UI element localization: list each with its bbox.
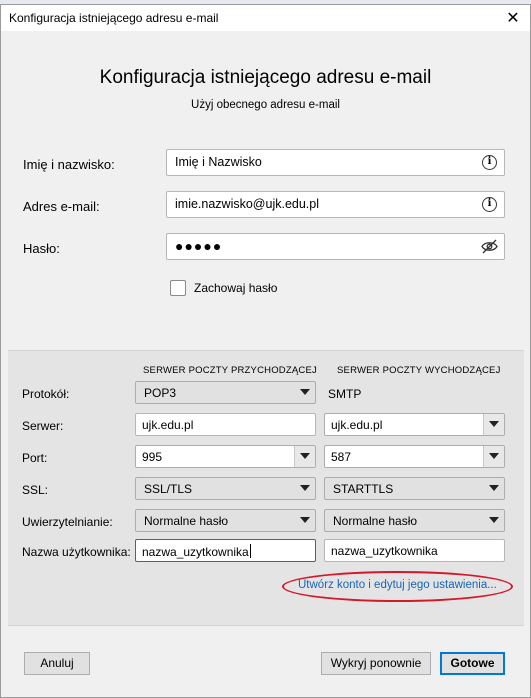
incoming-server-value: ujk.edu.pl xyxy=(142,418,194,432)
password-input[interactable]: ●●●●● xyxy=(166,233,505,260)
email-label: Adres e-mail: xyxy=(23,199,100,214)
password-value: ●●●●● xyxy=(175,238,223,254)
incoming-port-value: 995 xyxy=(142,450,163,464)
outgoing-server-value: ujk.edu.pl xyxy=(331,418,383,432)
outgoing-username-input[interactable]: nazwa_uzytkownika xyxy=(324,539,505,562)
cancel-button[interactable]: Anuluj xyxy=(24,652,90,675)
username-label: Nazwa użytkownika: xyxy=(22,545,131,559)
done-button[interactable]: Gotowe xyxy=(440,652,505,675)
outgoing-port-value: 587 xyxy=(331,450,352,464)
close-icon[interactable]: ✕ xyxy=(500,6,526,30)
incoming-auth-value: Normalne hasło xyxy=(144,514,229,528)
page-title: Konfiguracja istniejącego adresu e-mail xyxy=(99,67,432,88)
incoming-auth-select[interactable]: Normalne hasło xyxy=(135,509,316,532)
incoming-port-combo[interactable]: 995 xyxy=(135,445,316,468)
retest-button[interactable]: Wykryj ponownie xyxy=(321,652,431,675)
chevron-down-icon[interactable] xyxy=(483,446,504,467)
incoming-ssl-select[interactable]: SSL/TLS xyxy=(135,477,316,500)
chevron-down-icon xyxy=(300,389,310,395)
incoming-ssl-value: SSL/TLS xyxy=(144,482,193,496)
text-caret xyxy=(249,544,251,558)
window-title: Konfiguracja istniejącego adresu e-mail xyxy=(9,11,219,25)
advanced-config-link[interactable]: Utwórz konto i edytuj jego ustawienia... xyxy=(298,579,497,591)
ssl-label: SSL: xyxy=(22,483,49,497)
outgoing-username-value: nazwa_uzytkownika xyxy=(331,544,438,558)
port-label: Port: xyxy=(22,451,48,465)
chevron-down-icon xyxy=(300,517,310,523)
incoming-protocol-select[interactable]: POP3 xyxy=(135,381,316,404)
authentication-label: Uwierzytelnianie: xyxy=(22,515,113,529)
password-label: Hasło: xyxy=(23,241,60,256)
page-subtitle: Użyj obecnego adresu e-mail xyxy=(191,99,340,111)
chevron-down-icon xyxy=(300,485,310,491)
outgoing-auth-select[interactable]: Normalne hasło xyxy=(324,509,505,532)
outgoing-auth-value: Normalne hasło xyxy=(333,514,418,528)
hide-password-icon[interactable] xyxy=(481,239,498,254)
account-setup-dialog: Konfiguracja istniejącego adresu e-mail … xyxy=(0,4,531,698)
outgoing-port-combo[interactable]: 587 xyxy=(324,445,505,468)
remember-password-label: Zachowaj hasło xyxy=(194,281,278,295)
outgoing-ssl-value: STARTTLS xyxy=(333,482,394,496)
chevron-down-icon xyxy=(489,517,499,523)
chevron-down-icon[interactable] xyxy=(294,446,315,467)
server-label: Serwer: xyxy=(22,419,64,433)
name-label: Imię i nazwisko: xyxy=(23,157,115,172)
outgoing-server-combo[interactable]: ujk.edu.pl xyxy=(324,413,505,436)
email-value: imie.nazwisko@ujk.edu.pl xyxy=(175,197,320,211)
name-value: Imię i Nazwisko xyxy=(175,155,262,169)
outgoing-ssl-select[interactable]: STARTTLS xyxy=(324,477,505,500)
info-icon[interactable]: i xyxy=(482,155,497,170)
incoming-username-input[interactable]: nazwa_uzytkownika xyxy=(135,539,316,562)
outgoing-protocol-value: SMTP xyxy=(328,387,362,401)
name-input[interactable]: Imię i Nazwisko i xyxy=(166,149,505,176)
incoming-protocol-value: POP3 xyxy=(144,386,177,400)
incoming-server-input[interactable]: ujk.edu.pl xyxy=(135,413,316,436)
incoming-username-value: nazwa_uzytkownika xyxy=(142,545,249,559)
chevron-down-icon[interactable] xyxy=(483,414,504,435)
email-input[interactable]: imie.nazwisko@ujk.edu.pl i xyxy=(166,191,505,218)
title-bar: Konfiguracja istniejącego adresu e-mail … xyxy=(1,5,530,31)
info-icon[interactable]: i xyxy=(482,197,497,212)
incoming-server-header: SERWER POCZTY PRZYCHODZĄCEJ xyxy=(143,365,317,376)
outgoing-server-header: SERWER POCZTY WYCHODZĄCEJ xyxy=(337,365,501,376)
chevron-down-icon xyxy=(489,485,499,491)
remember-password-checkbox[interactable] xyxy=(170,280,186,296)
protocol-label: Protokół: xyxy=(22,387,70,401)
